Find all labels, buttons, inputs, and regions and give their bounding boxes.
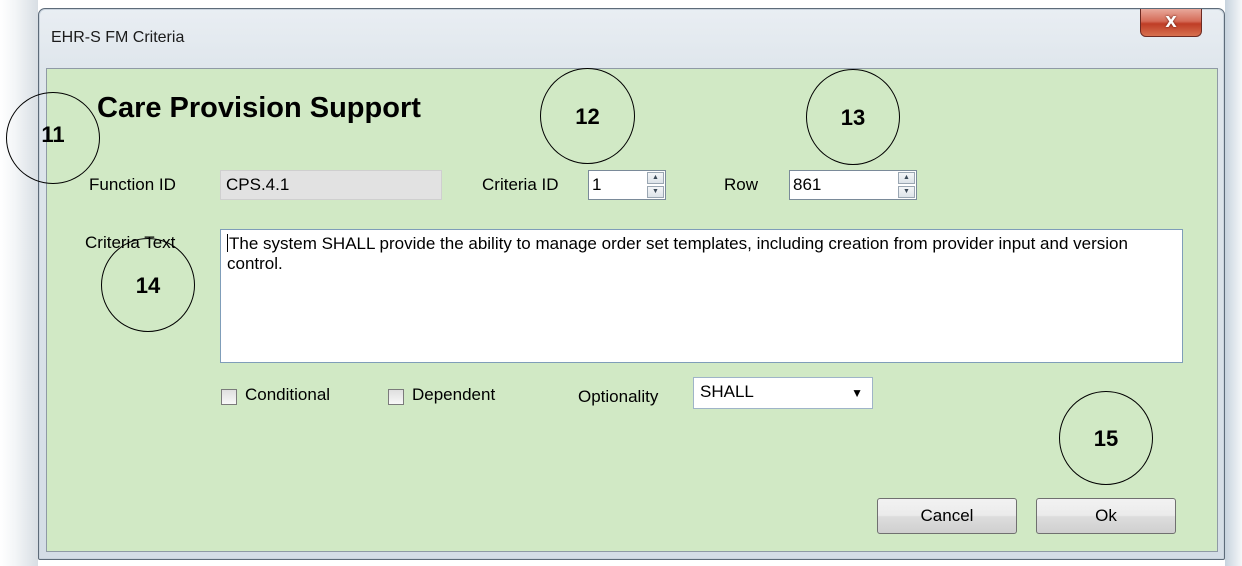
optionality-select[interactable]: SHALL ▼ (693, 377, 873, 409)
spin-down-icon[interactable]: ▼ (898, 186, 915, 198)
conditional-checkbox[interactable] (221, 389, 237, 405)
criteria-text-input[interactable]: The system SHALL provide the ability to … (220, 229, 1183, 363)
dialog-client-area: Care Provision Support Function ID CPS.4… (46, 68, 1218, 552)
optionality-value: SHALL (700, 382, 754, 401)
callout-14: 14 (101, 238, 195, 332)
callout-13: 13 (806, 69, 900, 165)
dependent-checkbox[interactable] (388, 389, 404, 405)
desktop-background-right (1225, 0, 1242, 566)
text-caret (227, 234, 228, 252)
criteria-id-value: 1 (592, 175, 602, 194)
conditional-label: Conditional (245, 385, 331, 404)
page-title: Care Provision Support (97, 92, 421, 124)
callout-15: 15 (1059, 391, 1153, 485)
row-label: Row (724, 175, 759, 194)
optionality-label: Optionality (578, 387, 659, 406)
row-stepper[interactable]: 861 ▲ ▼ (789, 170, 917, 200)
title-bar[interactable]: EHR-S FM Criteria X (39, 9, 1224, 69)
criteria-id-stepper[interactable]: 1 ▲ ▼ (588, 170, 666, 200)
function-id-field[interactable]: CPS.4.1 (220, 170, 442, 200)
close-button[interactable]: X (1140, 9, 1202, 37)
criteria-id-spin-buttons: ▲ ▼ (647, 172, 664, 198)
criteria-text-value: The system SHALL provide the ability to … (227, 234, 1128, 273)
chevron-down-icon[interactable]: ▼ (851, 386, 863, 400)
spin-up-icon[interactable]: ▲ (647, 172, 664, 184)
dialog-window: EHR-S FM Criteria X Care Provision Suppo… (38, 8, 1225, 560)
spin-up-icon[interactable]: ▲ (898, 172, 915, 184)
function-id-label: Function ID (89, 175, 176, 194)
criteria-id-label: Criteria ID (482, 175, 559, 194)
window-title: EHR-S FM Criteria (51, 29, 185, 46)
desktop-background-left (0, 0, 38, 566)
row-value: 861 (793, 175, 822, 194)
callout-11: 11 (6, 92, 100, 184)
row-spin-buttons: ▲ ▼ (898, 172, 915, 198)
ok-button[interactable]: Ok (1036, 498, 1176, 534)
cancel-button[interactable]: Cancel (877, 498, 1017, 534)
dependent-label: Dependent (412, 385, 496, 404)
spin-down-icon[interactable]: ▼ (647, 186, 664, 198)
callout-12: 12 (540, 68, 635, 164)
close-icon: X (1165, 13, 1177, 31)
